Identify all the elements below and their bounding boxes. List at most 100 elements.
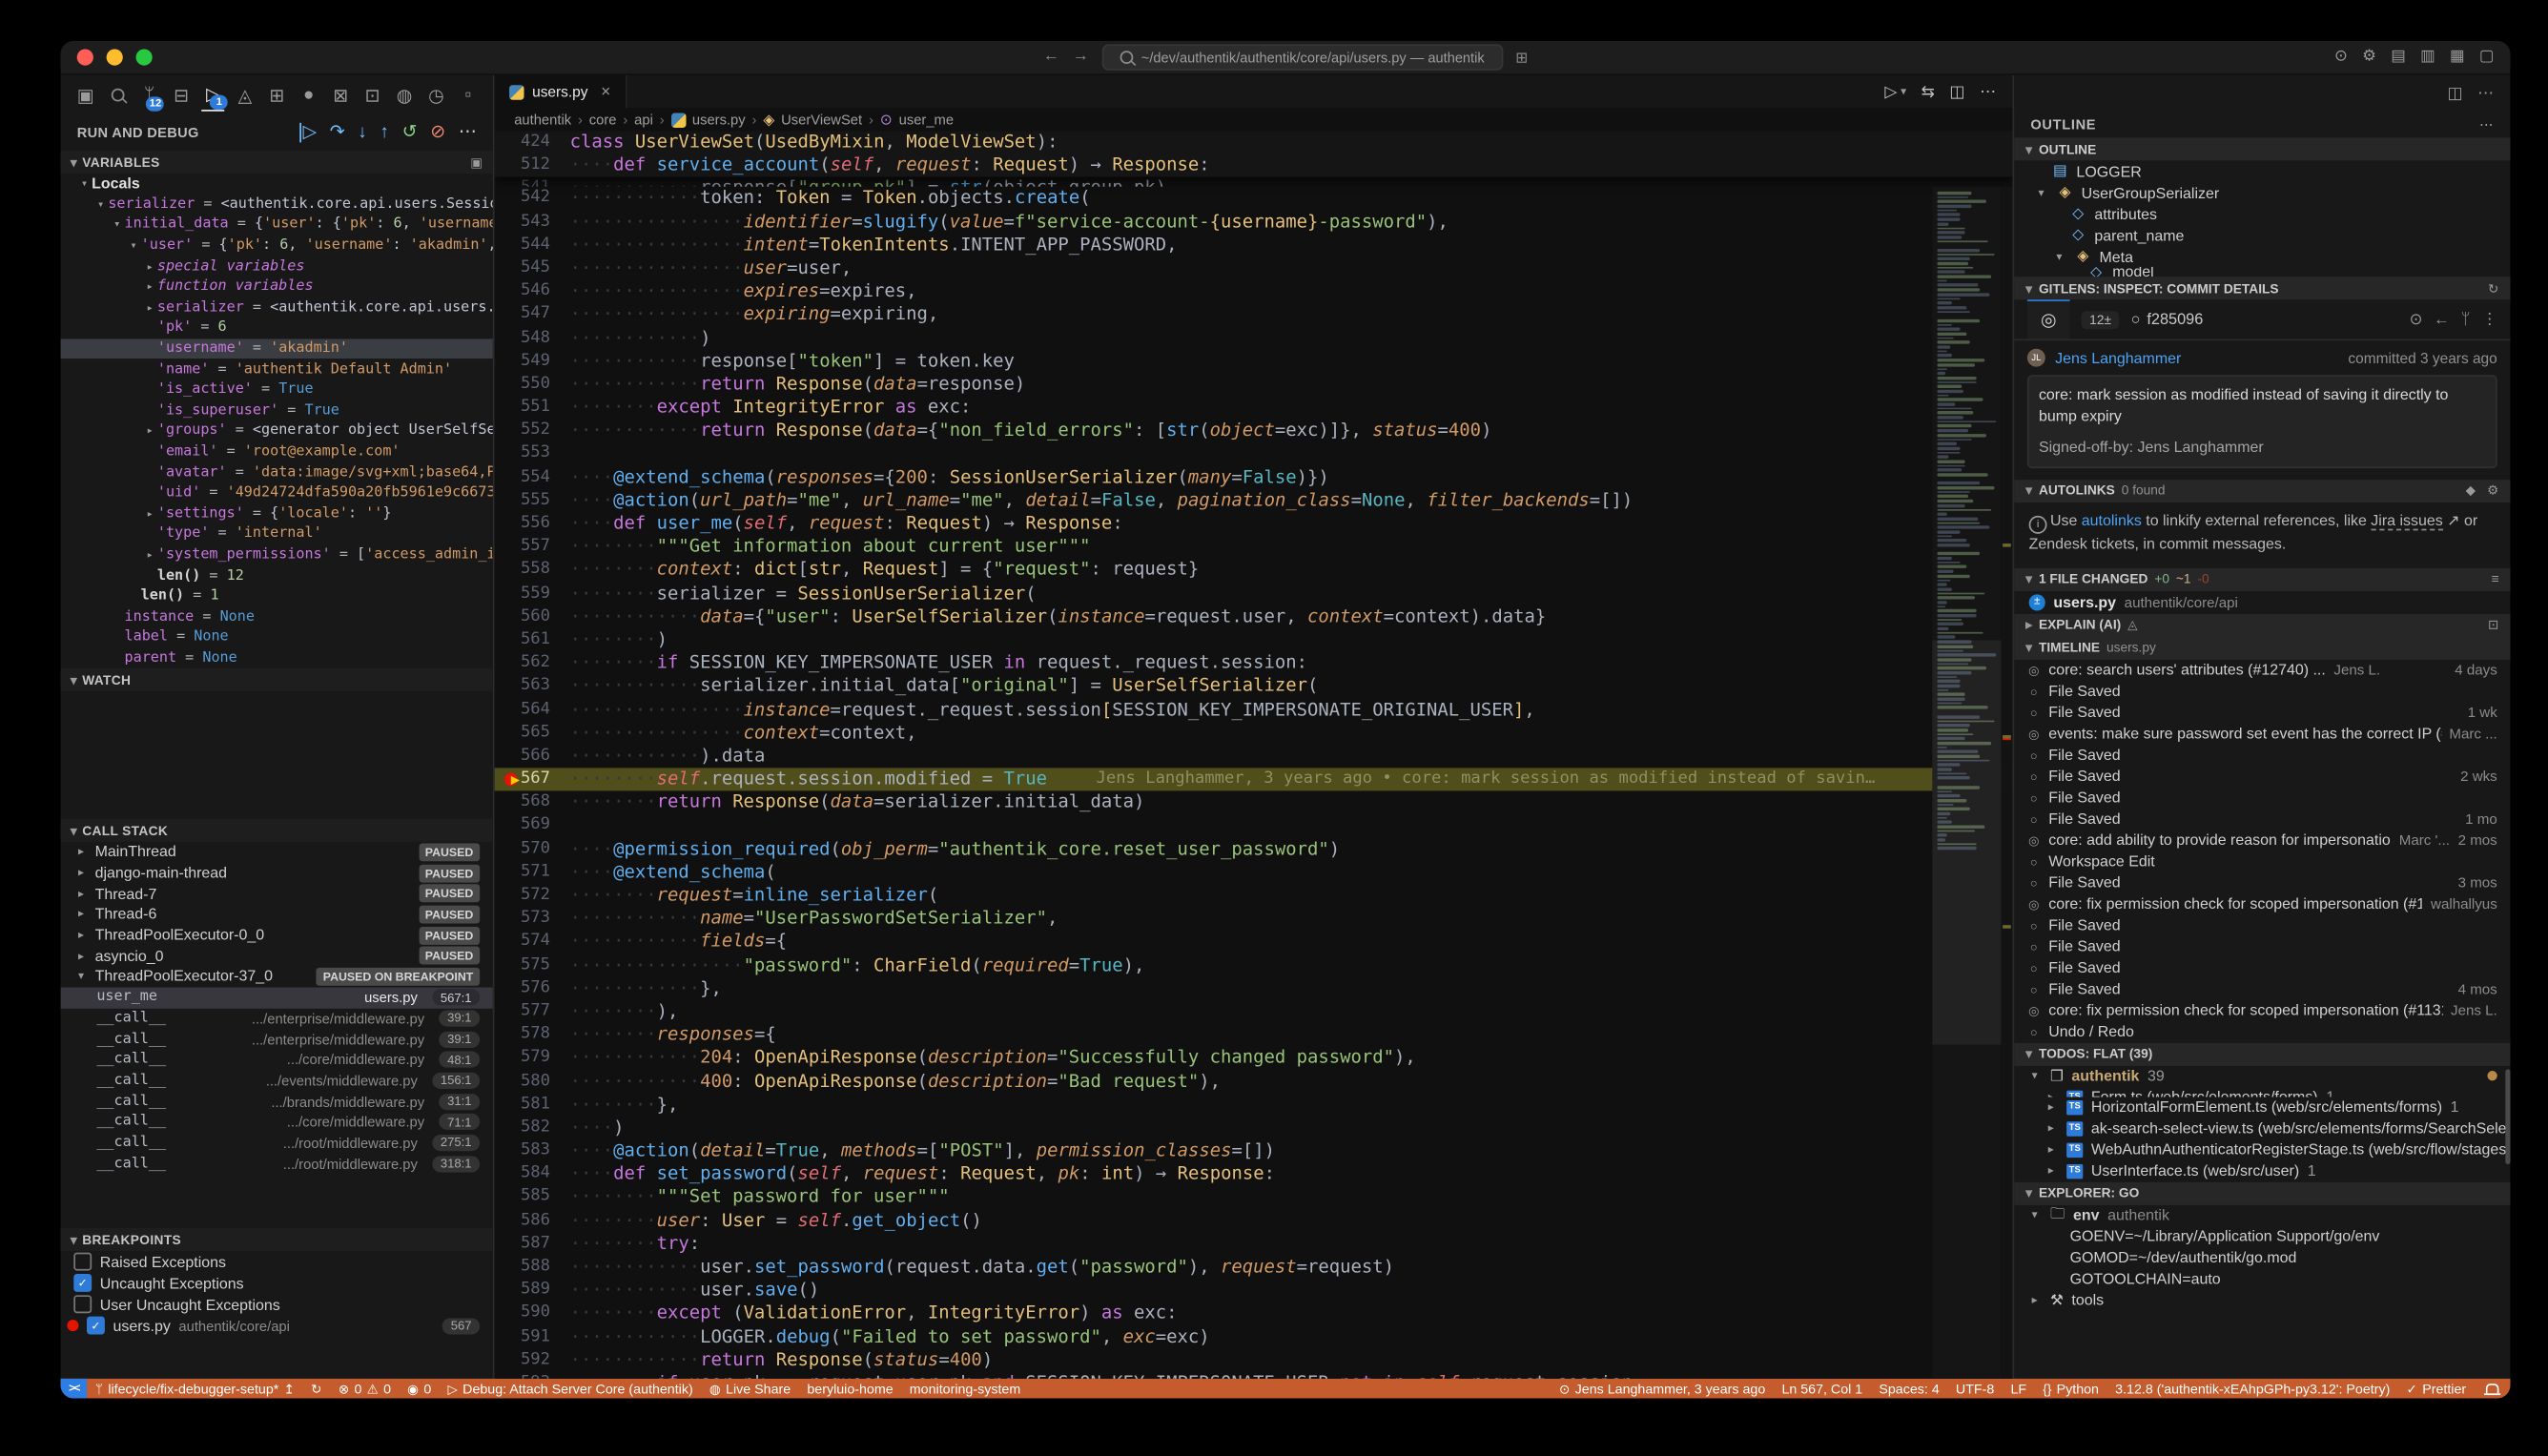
debug-step-out-icon[interactable]: ↑ [380, 123, 389, 143]
timeline-item[interactable]: ○File Saved4 mos [2014, 978, 2510, 999]
timeline-item[interactable]: ○File Saved [2014, 936, 2510, 957]
history-forward-icon[interactable]: → [1073, 50, 1089, 66]
code-line[interactable]: 581········}, [495, 1094, 2013, 1117]
copy-icon[interactable]: ▣ [470, 154, 483, 169]
todo-file-row[interactable]: ▸TSak-search-select-view.ts (web/src/ele… [2014, 1118, 2510, 1138]
variable-row[interactable]: ▾Locals [61, 174, 493, 195]
code-line[interactable]: 424class UserViewSet(UsedByMixin, ModelV… [495, 131, 2013, 154]
checkbox[interactable] [73, 1295, 92, 1313]
timeline-icon[interactable]: ◷ [424, 79, 448, 111]
account-icon[interactable]: ⊙ [2334, 48, 2348, 68]
breadcrumb[interactable]: authentik›core›api›users.py›◈UserViewSet… [495, 108, 2013, 131]
code-line[interactable]: 561········) [495, 628, 2013, 651]
call-stack-thread-row[interactable]: ▾ThreadPoolExecutor-37_0PAUSED ON BREAKP… [61, 966, 493, 987]
code-line[interactable]: 548············) [495, 327, 2013, 350]
todo-file-row[interactable]: ▸TSUserInterface.ts (web/src/user)1 [2014, 1160, 2510, 1181]
status-live-share[interactable]: ◍Live Share [701, 1381, 798, 1397]
jira-issues-link[interactable]: Jira issues [2371, 512, 2442, 530]
code-line[interactable]: 573············name="UserPasswordSetSeri… [495, 908, 2013, 931]
call-stack-thread-row[interactable]: ▸ThreadPoolExecutor-0_0PAUSED [61, 925, 493, 946]
code-line[interactable]: 570····@permission_required(obj_perm="au… [495, 838, 2013, 861]
todos-section-header[interactable]: ▾TODOS: FLAT (39) [2014, 1042, 2510, 1065]
changed-file-row[interactable]: ± users.py authentik/core/api [2014, 590, 2510, 613]
code-line[interactable]: 583····@action(detail=True, methods=["PO… [495, 1139, 2013, 1162]
call-stack-thread-row[interactable]: ▸asyncio_0PAUSED [61, 946, 493, 967]
code-line[interactable]: 593········if user.pk == request.user.pk… [495, 1372, 2013, 1379]
code-line[interactable]: 569 [495, 814, 2013, 837]
code-line[interactable]: 546················expires=expires, [495, 280, 2013, 303]
code-line[interactable]: 576············}, [495, 977, 2013, 1000]
outline-item[interactable]: ◇parent_name [2014, 224, 2510, 245]
code-line[interactable]: 563············serializer.initial_data["… [495, 675, 2013, 698]
outline-section-header[interactable]: ▾OUTLINE [2014, 137, 2510, 160]
outline-item[interactable]: ▾◈Meta [2014, 246, 2510, 267]
timeline-item[interactable]: ○File Saved [2014, 914, 2510, 935]
status-indentation[interactable]: Spaces: 4 [1871, 1381, 1948, 1397]
refresh-icon[interactable]: ↻ [2488, 281, 2499, 296]
outline-item[interactable]: ◇attributes [2014, 203, 2510, 224]
call-stack-frame-row[interactable]: __call__.../core/middleware.py48:1 [61, 1050, 493, 1071]
status-notifications[interactable] [2475, 1384, 2511, 1393]
variable-row[interactable]: 'uid' = '49d24724dfa590a20fb5961e9c6673c… [61, 482, 493, 503]
code-line[interactable]: 587········try: [495, 1233, 2013, 1256]
variable-row[interactable]: ▸'settings' = {'locale': ''} [61, 503, 493, 524]
timeline-item[interactable]: ○File Saved1 mo [2014, 809, 2510, 830]
variable-row[interactable]: 'email' = 'root@example.com' [61, 441, 493, 462]
outline-item[interactable]: ◇model [2014, 267, 2510, 277]
timeline-item[interactable]: ○File Saved [2014, 957, 2510, 978]
commit-author-link[interactable]: Jens Langhammer [2055, 350, 2181, 366]
go-tree-row[interactable]: ▾🗀envauthentik [2014, 1204, 2510, 1225]
customize-layout-icon[interactable]: ▢ [2479, 48, 2494, 68]
outline-item[interactable]: ▤LOGGER [2014, 160, 2510, 181]
code-line[interactable]: 542············token: Token = Token.obje… [495, 187, 2013, 210]
go-env-row[interactable]: GOTOOLCHAIN=auto [2014, 1268, 2510, 1289]
breadcrumb-item[interactable]: UserViewSet [781, 112, 862, 128]
timeline-item[interactable]: ○File Saved [2014, 745, 2510, 766]
status-gitlens-blame[interactable]: ⊙Jens Langhammer, 3 years ago [1551, 1381, 1773, 1397]
outline-item[interactable]: ▾◈UserGroupSerializer [2014, 182, 2510, 203]
code-line[interactable]: 568········return Response(data=serializ… [495, 791, 2013, 814]
testing-icon[interactable]: ◬ [233, 79, 257, 111]
minimap[interactable] [1932, 187, 2001, 1379]
code-line[interactable]: 592············return Response(status=40… [495, 1349, 2013, 1372]
status-ports[interactable]: ◉0 [400, 1381, 440, 1397]
open-changes-icon[interactable]: ⇆ [1921, 83, 1935, 101]
breadcrumb-item[interactable]: api [634, 112, 653, 128]
code-line[interactable]: 571····@extend_schema( [495, 861, 2013, 884]
variable-row[interactable]: 'pk' = 6 [61, 318, 493, 338]
run-and-debug-icon[interactable]: ▷1 [201, 78, 225, 111]
files-changed-section-header[interactable]: ▾1 FILE CHANGED +0 ~1 -0 ≡ [2014, 567, 2510, 590]
variable-row[interactable]: parent = None [61, 647, 493, 667]
gitlens-section-header[interactable]: ▾GITLENS: INSPECT: COMMIT DETAILS ↻ [2014, 277, 2510, 299]
variable-row[interactable]: ▾initial_data = {'user': {'pk': 6, 'user… [61, 215, 493, 236]
explorer-icon[interactable]: ▣ [73, 79, 97, 111]
code-editor[interactable]: 424class UserViewSet(UsedByMixin, ModelV… [495, 131, 2013, 1379]
checkbox[interactable]: ✓ [87, 1317, 105, 1335]
variable-row[interactable]: instance = None [61, 606, 493, 627]
code-line[interactable]: 554····@extend_schema(responses={200: Se… [495, 466, 2013, 489]
code-line[interactable]: 544················intent=TokenIntents.I… [495, 234, 2013, 256]
explorer-go-section-header[interactable]: ▾EXPLORER: GO [2014, 1181, 2510, 1204]
code-line[interactable]: 589············user.save() [495, 1279, 2013, 1302]
more-icon[interactable]: ⋯ [2477, 84, 2494, 102]
breadcrumb-item[interactable]: core [589, 112, 617, 128]
status-encoding[interactable]: UTF-8 [1947, 1381, 2003, 1397]
code-line[interactable]: 580············400: OpenApiResponse(desc… [495, 1070, 2013, 1093]
code-line[interactable]: 590········except (ValidationError, Inte… [495, 1302, 2013, 1325]
more-actions-icon[interactable]: ⋯ [1980, 83, 1996, 101]
traffic-lights[interactable] [77, 50, 153, 66]
timeline-item[interactable]: ○File Saved1 wk [2014, 702, 2510, 723]
code-line[interactable]: 560············data={"user": UserSelfSer… [495, 605, 2013, 628]
variable-row[interactable]: len() = 1 [61, 586, 493, 607]
timeline-item[interactable]: ○Undo / Redo [2014, 1021, 2510, 1042]
code-line[interactable]: 575················"password": CharField… [495, 954, 2013, 976]
code-line[interactable]: 586········user: User = self.get_object(… [495, 1209, 2013, 1232]
pin-icon[interactable]: ⊙ [2410, 310, 2423, 328]
todo-tree-icon[interactable]: ⊡ [360, 79, 384, 111]
code-line[interactable]: 559········serializer = SessionUserSeria… [495, 583, 2013, 605]
code-line[interactable]: 551········except IntegrityError as exc: [495, 397, 2013, 420]
autolinks-section-header[interactable]: ▾AUTOLINKS 0 found ◆⚙ [2014, 480, 2510, 502]
code-line[interactable]: 550············return Response(data=resp… [495, 373, 2013, 396]
status-profile-home[interactable]: beryluio-home [799, 1381, 901, 1397]
scrollbar[interactable] [2505, 1069, 2510, 1164]
